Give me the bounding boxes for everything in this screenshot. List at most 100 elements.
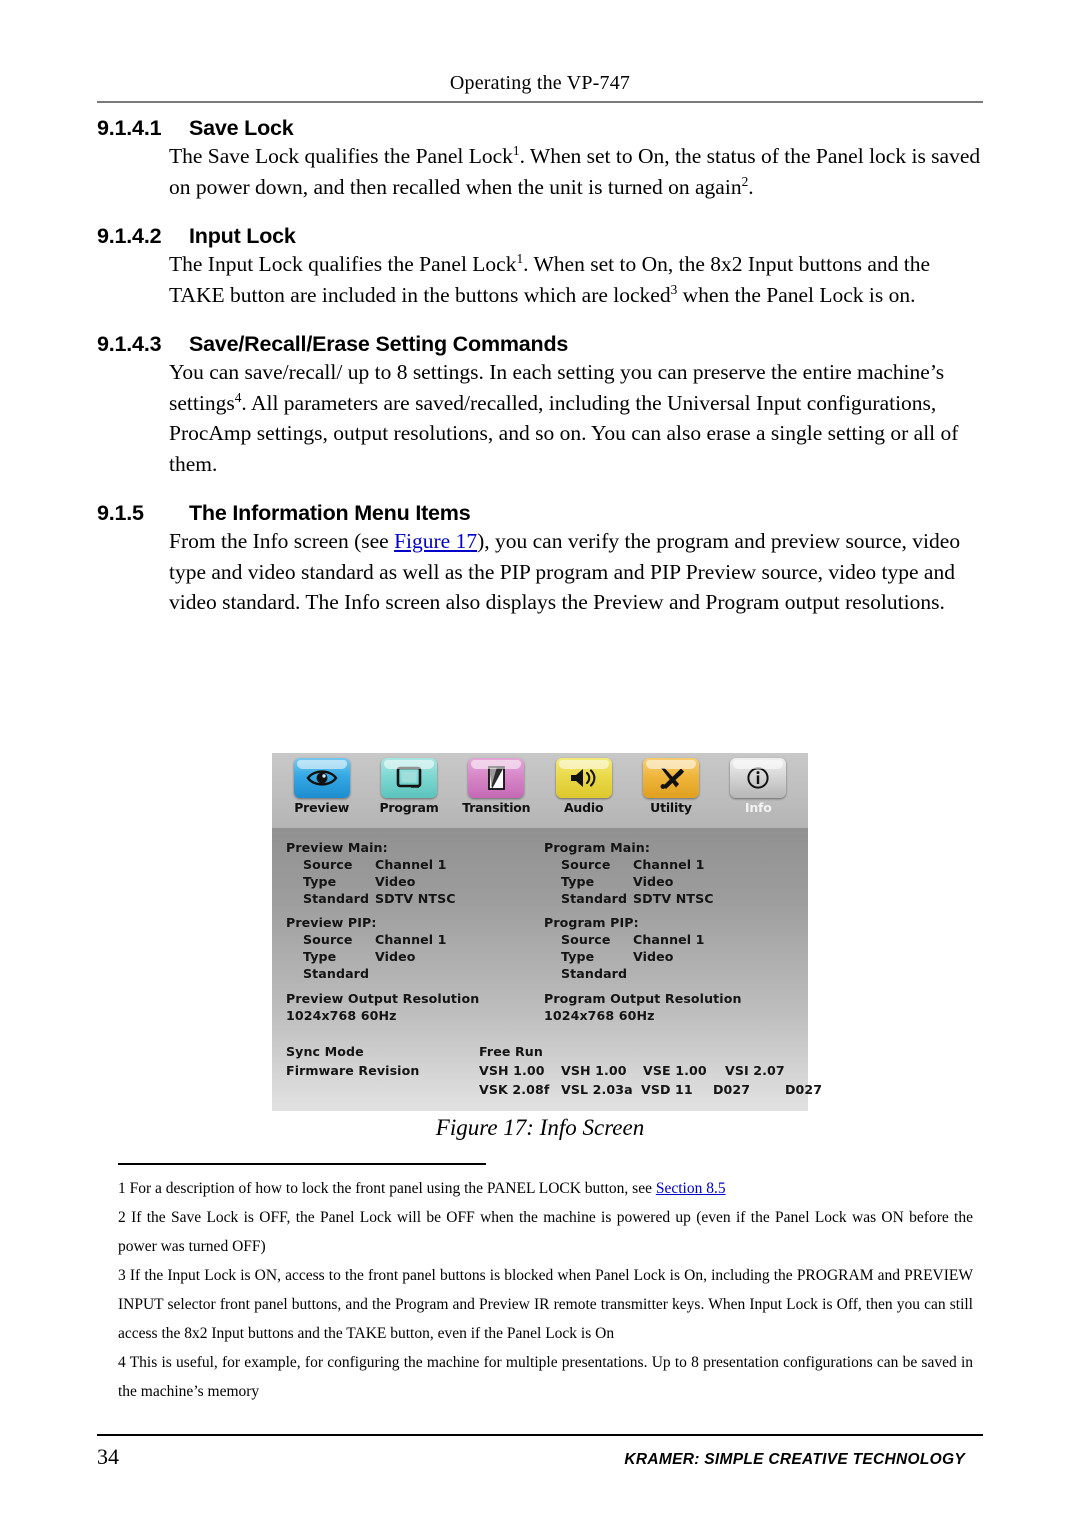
- toolbar-label-program: Program: [379, 800, 439, 815]
- speaker-icon[interactable]: [555, 758, 612, 798]
- section-title: Save Lock: [189, 116, 294, 140]
- section-title: Save/Recall/Erase Setting Commands: [189, 332, 569, 356]
- figure-17: Preview Program Transition Audio Utility…: [0, 753, 1080, 1111]
- firmware-revision-row: Firmware Revision VSH 1.00 VSH 1.00 VSE …: [286, 1063, 808, 1078]
- section-number: 9.1.4.1: [97, 116, 162, 140]
- firmware-label: Firmware Revision: [286, 1063, 420, 1078]
- value: SDTV NTSC: [375, 891, 456, 906]
- label: Source: [303, 857, 353, 872]
- preview-pip-standard-row: Standard: [286, 966, 540, 981]
- label: Type: [561, 874, 595, 889]
- page-peel-icon[interactable]: [468, 758, 525, 798]
- preview-main-type-row: Type Video: [286, 874, 540, 889]
- label: Source: [561, 932, 611, 947]
- toolbar-item-info[interactable]: Info: [715, 758, 802, 828]
- firmware-value: VSD 11: [641, 1082, 693, 1097]
- toolbar-item-preview[interactable]: Preview: [278, 758, 365, 828]
- program-main-source-row: Source Channel 1: [544, 857, 808, 872]
- firmware-value: VSH 1.00: [479, 1063, 545, 1078]
- section-body-9-1-4-1: The Save Lock qualifies the Panel Lock1.…: [169, 142, 981, 199]
- value: Video: [375, 874, 416, 889]
- firmware-value: VSE 1.00: [643, 1063, 707, 1078]
- monitor-icon[interactable]: [380, 758, 437, 798]
- label: Source: [561, 857, 611, 872]
- toolbar-item-audio[interactable]: Audio: [540, 758, 627, 828]
- program-output-title: Program Output Resolution: [544, 991, 742, 1006]
- toolbar-item-transition[interactable]: Transition: [453, 758, 540, 828]
- program-pip-standard-row: Standard: [544, 966, 808, 981]
- info-screen-bottom: Sync Mode Free Run Firmware Revision VSH…: [272, 1044, 822, 1097]
- program-pip-type-row: Type Video: [544, 949, 808, 964]
- value: Channel 1: [633, 857, 705, 872]
- section-number: 9.1.4.3: [97, 332, 162, 356]
- section-body-9-1-4-2: The Input Lock qualifies the Panel Lock1…: [169, 250, 931, 307]
- section-8-5-link[interactable]: Section 8.5: [656, 1180, 726, 1197]
- page-footer: 34 KRAMER: SIMPLE CREATIVE TECHNOLOGY: [97, 1444, 983, 1470]
- program-main-type-row: Type Video: [544, 874, 808, 889]
- preview-pip-type-row: Type Video: [286, 949, 540, 964]
- section-heading-9-1-5: 9.1.5 The Information Menu Items: [97, 501, 983, 526]
- toolbar-item-utility[interactable]: Utility: [627, 758, 714, 828]
- value: Channel 1: [375, 932, 447, 947]
- section-title: The Information Menu Items: [189, 501, 471, 525]
- section-heading-9-1-4-2: 9.1.4.2 Input Lock: [97, 224, 983, 249]
- tools-icon-glyph: [660, 768, 684, 789]
- info-screen: Preview Program Transition Audio Utility…: [272, 753, 822, 1111]
- footnote-2: 2 If the Save Lock is OFF, the Panel Loc…: [118, 1209, 973, 1255]
- preview-output-resolution: Preview Output Resolution 1024x768 60Hz: [286, 991, 540, 1023]
- label: Standard: [303, 891, 370, 906]
- info-icon-glyph: [747, 767, 769, 789]
- page-content: 9.1.4.1 Save Lock The Save Lock qualifie…: [97, 116, 983, 618]
- preview-main-title: Preview Main:: [286, 840, 388, 855]
- preview-main-standard-row: Standard SDTV NTSC: [286, 891, 540, 906]
- header-divider: [97, 101, 983, 103]
- footnote-3: 3 If the Input Lock is ON, access to the…: [118, 1267, 973, 1342]
- section-body-9-1-5: From the Info screen (see Figure 17), yo…: [169, 529, 961, 614]
- label: Standard: [561, 966, 628, 981]
- preview-output-value: 1024x768 60Hz: [286, 1008, 397, 1023]
- footnote-4: 4 This is useful, for example, for confi…: [118, 1354, 973, 1400]
- document-page: Operating the VP-747 9.1.4.1 Save Lock T…: [0, 0, 1080, 1532]
- toolbar-item-program[interactable]: Program: [365, 758, 452, 828]
- tools-icon[interactable]: [642, 758, 699, 798]
- firmware-line-1: VSH 1.00 VSH 1.00 VSE 1.00 VSI 2.07: [479, 1063, 785, 1078]
- sync-mode-value: Free Run: [479, 1044, 543, 1059]
- firmware-value: VSI 2.07: [725, 1063, 785, 1078]
- value: SDTV NTSC: [633, 891, 714, 906]
- program-pip-source-row: Source Channel 1: [544, 932, 808, 947]
- firmware-value: D027: [713, 1082, 751, 1097]
- preview-pip-title: Preview PIP:: [286, 915, 377, 930]
- toolbar-label-info: Info: [744, 800, 772, 815]
- value: Video: [633, 949, 674, 964]
- firmware-value: VSL 2.03a: [561, 1082, 633, 1097]
- toolbar-label-preview: Preview: [294, 800, 350, 815]
- info-screen-panel: Preview Main: Source Channel 1 Type Vide…: [272, 828, 822, 1111]
- footnote-divider: [118, 1163, 486, 1165]
- footer-brand: KRAMER: SIMPLE CREATIVE TECHNOLOGY: [624, 1451, 965, 1468]
- info-screen-toolbar: Preview Program Transition Audio Utility…: [272, 753, 808, 828]
- toolbar-label-transition: Transition: [462, 800, 531, 815]
- eye-icon-glyph: [306, 770, 338, 786]
- preview-column: Preview Main: Source Channel 1 Type Vide…: [272, 840, 540, 1023]
- program-column: Program Main: Source Channel 1 Type Vide…: [540, 840, 808, 1023]
- info-columns: Preview Main: Source Channel 1 Type Vide…: [272, 840, 808, 1023]
- sync-mode-row: Sync Mode Free Run: [286, 1044, 808, 1059]
- section-heading-9-1-4-1: 9.1.4.1 Save Lock: [97, 116, 983, 141]
- page-number: 34: [97, 1444, 119, 1469]
- value: Channel 1: [633, 932, 705, 947]
- figure-17-link[interactable]: Figure 17: [394, 529, 477, 553]
- section-title: Input Lock: [189, 224, 296, 248]
- eye-icon[interactable]: [293, 758, 350, 798]
- label: Source: [303, 932, 353, 947]
- program-output-value: 1024x768 60Hz: [544, 1008, 655, 1023]
- preview-pip-source-row: Source Channel 1: [286, 932, 540, 947]
- section-number: 9.1.4.2: [97, 224, 162, 248]
- footnote-1: 1 For a description of how to lock the f…: [118, 1180, 726, 1197]
- firmware-spacer: [286, 1082, 479, 1097]
- running-header: Operating the VP-747: [449, 72, 631, 94]
- info-icon[interactable]: [730, 758, 787, 798]
- label: Standard: [561, 891, 628, 906]
